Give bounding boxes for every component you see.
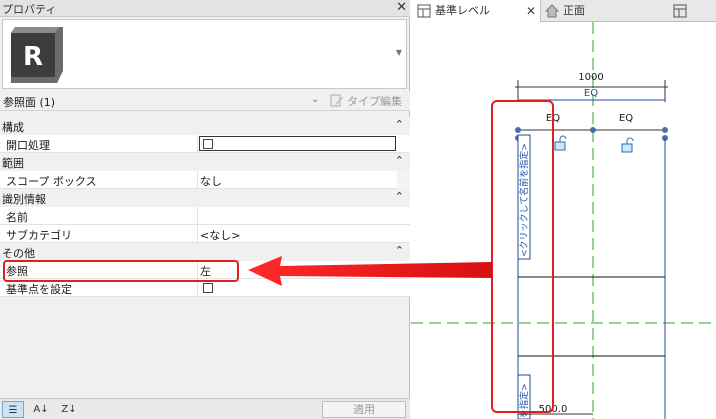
dimension-grip[interactable] bbox=[662, 127, 668, 133]
elevation-view-icon bbox=[545, 4, 559, 18]
instance-filter[interactable]: 参照面 (1) ⌄ タイプ編集 bbox=[0, 91, 410, 111]
divider bbox=[197, 225, 198, 243]
section-header[interactable]: 範囲 ⌃ bbox=[0, 153, 410, 171]
instance-label: 参照面 (1) bbox=[3, 96, 56, 109]
dimension-text-total[interactable]: 1000 bbox=[578, 72, 603, 83]
section-label: 構成 bbox=[2, 121, 24, 134]
property-row[interactable]: 名前 bbox=[0, 207, 410, 225]
svg-text:R: R bbox=[23, 42, 43, 72]
chevron-down-icon[interactable]: ⌄ bbox=[311, 94, 319, 105]
chevron-down-icon[interactable]: ▼ bbox=[396, 48, 402, 57]
eq-label-right[interactable]: EQ bbox=[619, 113, 633, 124]
tab-front[interactable]: 正面 bbox=[545, 0, 665, 22]
collapse-icon[interactable]: ⌃ bbox=[395, 244, 404, 257]
plan-view-icon bbox=[673, 4, 687, 18]
close-icon[interactable]: ✕ bbox=[526, 0, 536, 22]
highlight-reference-row bbox=[3, 260, 239, 282]
divider bbox=[197, 207, 198, 225]
properties-titlebar: プロパティ ✕ bbox=[0, 0, 410, 17]
eq-label-top[interactable]: EQ bbox=[584, 88, 598, 99]
lock-icon[interactable] bbox=[621, 137, 634, 153]
collapse-icon[interactable]: ⌃ bbox=[395, 118, 404, 131]
property-row[interactable]: 開口処理 bbox=[0, 135, 410, 153]
revit-logo-icon: R bbox=[11, 27, 63, 83]
type-edit-label: タイプ編集 bbox=[347, 95, 402, 108]
collapse-icon[interactable]: ⌃ bbox=[395, 190, 404, 203]
property-name: スコープ ボックス bbox=[6, 175, 97, 188]
property-value[interactable]: なし bbox=[200, 173, 222, 189]
tab-label: 正面 bbox=[563, 4, 585, 17]
properties-panel: プロパティ ✕ R ▼ 参照面 (1) ⌄ タイプ編集 構成 ⌃ 開口処理 範囲… bbox=[0, 0, 410, 419]
type-selector[interactable]: R ▼ bbox=[2, 19, 407, 89]
properties-title: プロパティ bbox=[2, 3, 57, 16]
section-header[interactable]: その他 ⌃ bbox=[0, 243, 410, 261]
section-label: 識別情報 bbox=[2, 193, 46, 206]
lock-icon[interactable] bbox=[554, 135, 567, 151]
categorize-icon[interactable]: ☰ bbox=[2, 401, 24, 418]
dimension-grip[interactable] bbox=[590, 127, 596, 133]
scrollbar[interactable] bbox=[397, 171, 410, 189]
type-edit-button[interactable]: タイプ編集 bbox=[330, 93, 402, 109]
section-header[interactable]: 識別情報 ⌃ bbox=[0, 189, 410, 207]
highlight-reference-plane bbox=[491, 100, 554, 413]
property-name: 名前 bbox=[6, 211, 28, 224]
property-row[interactable]: サブカテゴリ <なし> bbox=[0, 225, 410, 243]
tab-label: 基準レベル bbox=[435, 4, 490, 17]
origin-checkbox[interactable] bbox=[203, 283, 213, 293]
collapse-icon[interactable]: ⌃ bbox=[395, 154, 404, 167]
property-name: 基準点を設定 bbox=[6, 283, 72, 296]
apply-button[interactable]: 適用 bbox=[322, 401, 406, 418]
section-label: 範囲 bbox=[2, 157, 24, 170]
tab-base-level[interactable]: 基準レベル ✕ bbox=[411, 0, 541, 22]
view-tabs: 基準レベル ✕ 正面 bbox=[411, 0, 716, 22]
type-edit-icon bbox=[330, 94, 343, 107]
opening-checkbox[interactable] bbox=[203, 139, 213, 149]
section-label: その他 bbox=[2, 247, 35, 260]
property-value[interactable]: <なし> bbox=[200, 227, 240, 243]
tab-other[interactable] bbox=[673, 0, 716, 22]
property-name: サブカテゴリ bbox=[6, 229, 72, 242]
close-icon[interactable]: ✕ bbox=[396, 0, 407, 16]
plan-view-icon bbox=[417, 4, 431, 18]
property-value-field[interactable] bbox=[199, 136, 396, 151]
property-name: 開口処理 bbox=[6, 139, 50, 152]
sort-descending-icon[interactable]: Z↓ bbox=[58, 401, 80, 418]
properties-toolbar: ☰ A↓ Z↓ 適用 bbox=[0, 398, 410, 419]
divider bbox=[197, 135, 198, 153]
drawing-canvas[interactable]: 1000 EQ EQ EQ <クリックして名前を指定> を指定> 500.0 bbox=[411, 22, 716, 419]
divider bbox=[197, 171, 198, 189]
section-header[interactable]: 構成 ⌃ bbox=[0, 117, 410, 135]
view-area: 基準レベル ✕ 正面 1000 EQ EQ EQ <クリックして名前を指定> を… bbox=[411, 0, 716, 419]
property-row[interactable]: スコープ ボックス なし bbox=[0, 171, 410, 189]
sort-ascending-icon[interactable]: A↓ bbox=[30, 401, 52, 418]
